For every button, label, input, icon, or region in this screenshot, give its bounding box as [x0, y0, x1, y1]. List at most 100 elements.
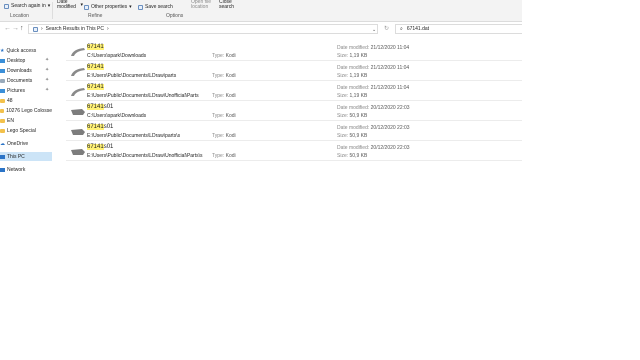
- forward-arrow-icon[interactable]: →: [12, 25, 19, 33]
- ribbon-divider: [52, 2, 53, 19]
- file-name: 67141: [87, 44, 104, 50]
- back-arrow-icon[interactable]: ←: [4, 25, 11, 33]
- brick-part-icon: [71, 88, 85, 96]
- folder-icon: [0, 98, 5, 103]
- search-results-icon: [33, 26, 38, 32]
- result-row[interactable]: 67141s01 C:\Users\spark\Downloads Type: …: [62, 102, 522, 121]
- save-icon: [138, 4, 143, 10]
- row-divider: [66, 160, 522, 161]
- pin-icon: ✦: [45, 57, 50, 63]
- address-bar[interactable]: › Search Results in This PC ›: [28, 24, 378, 34]
- result-row[interactable]: 67141 E:\Users\Public\Documents\LDraw\pa…: [62, 62, 522, 81]
- chevron-down-icon: ▾: [47, 3, 51, 9]
- brick-part-icon: [71, 109, 85, 115]
- row-divider: [66, 80, 522, 81]
- folder-icon: [0, 128, 5, 133]
- file-date: Date modified: 21/12/2020 11:04: [337, 85, 410, 91]
- close-search-button[interactable]: Close search: [219, 0, 235, 10]
- star-icon: ★: [0, 47, 5, 54]
- ribbon-group-options: Options: [166, 13, 184, 19]
- file-size: Size: 1,19 KB: [337, 93, 368, 99]
- brick-part-icon: [71, 129, 85, 135]
- file-path: E:\Users\Public\Documents\LDraw\Unoffici…: [87, 153, 203, 159]
- brick-part-icon: [71, 48, 85, 56]
- file-path: E:\Users\Public\Documents\LDraw\Unoffici…: [87, 93, 199, 99]
- sidebar-item-network[interactable]: Network: [0, 165, 52, 174]
- file-name: 67141s01: [87, 104, 114, 110]
- file-name: 67141: [87, 64, 104, 70]
- file-type: Type: Kodi: [212, 53, 236, 59]
- file-type: Type: Kodi: [212, 73, 236, 79]
- refresh-icon[interactable]: ↻: [384, 25, 389, 33]
- file-date: Date modified: 20/12/2020 22:03: [337, 105, 410, 111]
- address-row: ← → ↑ › Search Results in This PC › ⌄ ↻ …: [0, 22, 522, 36]
- chevron-down-icon: ▾: [80, 1, 83, 8]
- properties-icon: [84, 4, 89, 10]
- folder-icon: [0, 118, 5, 123]
- save-search-button[interactable]: Save search: [138, 4, 173, 10]
- file-date: Date modified: 20/12/2020 22:03: [337, 125, 410, 131]
- up-arrow-icon[interactable]: ↑: [20, 25, 24, 33]
- file-date: Date modified: 21/12/2020 11:04: [337, 65, 410, 71]
- file-size: Size: 50,9 KB: [337, 153, 368, 159]
- computer-icon: [0, 154, 5, 159]
- pictures-folder-icon: [0, 88, 5, 93]
- row-divider: [66, 120, 522, 121]
- brick-part-icon: [71, 68, 85, 76]
- search-again-icon: [4, 3, 9, 9]
- ribbon-group-refine: Refine: [88, 13, 103, 19]
- chevron-down-icon: ▾: [129, 4, 132, 10]
- file-name: 67141s01: [87, 124, 114, 130]
- result-row[interactable]: 67141 C:\Users\spark\Downloads Type: Kod…: [62, 42, 522, 61]
- file-path: C:\Users\spark\Downloads: [87, 113, 147, 119]
- search-icon: ⌕: [400, 26, 403, 32]
- sidebar-item-quick-access[interactable]: ★ Quick access: [0, 46, 52, 55]
- row-divider: [66, 100, 522, 101]
- ribbon-group-location: Location: [10, 13, 29, 19]
- file-type: Type: Kodi: [212, 133, 236, 139]
- result-row[interactable]: 67141 E:\Users\Public\Documents\LDraw\Un…: [62, 82, 522, 101]
- address-dropdown-icon[interactable]: ⌄: [372, 26, 376, 34]
- row-divider: [66, 60, 522, 61]
- search-value: 67141.dat: [406, 26, 430, 32]
- network-icon: [0, 167, 5, 172]
- desktop-folder-icon: [0, 58, 5, 63]
- pin-icon: ✦: [45, 67, 50, 73]
- breadcrumb[interactable]: Search Results in This PC: [46, 26, 104, 32]
- sidebar-item-onedrive[interactable]: ☁ OneDrive: [0, 139, 52, 148]
- file-type: Type: Kodi: [212, 153, 236, 159]
- sidebar-item-this-pc[interactable]: This PC: [0, 152, 52, 161]
- file-size: Size: 1,19 KB: [337, 73, 368, 79]
- file-name: 67141s01: [87, 144, 114, 150]
- sidebar-item-lego-colosse[interactable]: 10276 Lego Colosse: [0, 106, 52, 115]
- file-path: E:\Users\Public\Documents\LDraw\parts\s: [87, 133, 181, 139]
- search-again-button[interactable]: Search again in ▾: [4, 3, 50, 9]
- sidebar-item-en[interactable]: EN: [0, 116, 52, 125]
- search-input[interactable]: ⌕ 67141.dat: [395, 24, 522, 34]
- pin-icon: ✦: [45, 87, 50, 93]
- file-size: Size: 1,19 KB: [337, 53, 368, 59]
- pin-icon: ✦: [45, 77, 50, 83]
- row-divider: [66, 140, 522, 141]
- other-properties-button[interactable]: Other properties ▾: [84, 4, 132, 10]
- sidebar-item-48[interactable]: 48: [0, 96, 52, 105]
- breadcrumb-separator-icon: ›: [41, 26, 43, 32]
- file-path: C:\Users\spark\Downloads: [87, 53, 147, 59]
- date-modified-button[interactable]: Date modified ▾: [57, 0, 83, 10]
- documents-folder-icon: [0, 78, 5, 83]
- file-name: 67141: [87, 84, 104, 90]
- brick-part-icon: [71, 149, 85, 155]
- file-date: Date modified: 20/12/2020 22:03: [337, 145, 410, 151]
- cloud-icon: ☁: [0, 140, 5, 147]
- download-folder-icon: [0, 68, 5, 73]
- open-file-location-button[interactable]: Open file location: [191, 0, 215, 10]
- file-type: Type: Kodi: [212, 113, 236, 119]
- breadcrumb-separator-icon: ›: [106, 26, 109, 32]
- result-row[interactable]: 67141s01 E:\Users\Public\Documents\LDraw…: [62, 122, 522, 141]
- file-size: Size: 50,9 KB: [337, 133, 368, 139]
- file-type: Type: Kodi: [212, 93, 236, 99]
- file-size: Size: 50,9 KB: [337, 113, 368, 119]
- file-path: E:\Users\Public\Documents\LDraw\parts: [87, 73, 177, 79]
- result-row[interactable]: 67141s01 E:\Users\Public\Documents\LDraw…: [62, 142, 522, 161]
- sidebar-item-lego-special[interactable]: Lego Special: [0, 126, 52, 135]
